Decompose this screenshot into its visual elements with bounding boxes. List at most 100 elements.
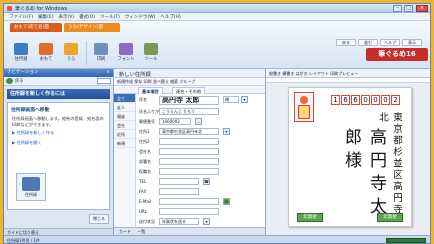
record-tabs: 基本項目 連名・その他 xyxy=(114,86,265,94)
url-row: URL xyxy=(139,208,263,216)
new-address-book-link[interactable]: ▶ 住所録を新しく作る xyxy=(8,128,109,138)
back-arrow-icon[interactable] xyxy=(6,78,13,84)
menu-tools[interactable]: ツール(T) xyxy=(100,14,120,20)
minimize-button[interactable]: – xyxy=(393,5,402,12)
group-item[interactable]: 近所 xyxy=(114,130,135,139)
help-mini-tab[interactable]: ヘルプ xyxy=(380,39,400,46)
nenga-stamp-right: 年賀状 xyxy=(377,213,403,222)
zip-digit: 1 xyxy=(331,95,340,105)
group-item[interactable]: 新規 xyxy=(114,139,135,148)
mail-icon[interactable]: ✉ xyxy=(223,198,230,205)
list-view-tab[interactable]: 一覧 xyxy=(137,229,145,234)
send-status-dropdown-icon[interactable]: ▾ xyxy=(203,218,210,225)
maximize-button[interactable]: □ xyxy=(404,5,413,12)
tel-row: TEL ☎ xyxy=(139,178,263,186)
nav-search-box[interactable] xyxy=(97,78,111,84)
address2-row: 住所2 xyxy=(139,138,263,146)
name-label: 氏名 xyxy=(139,97,147,102)
address-book-toolbar[interactable]: 新規作成 保存 印刷 並べ替え 検索 グループ xyxy=(114,78,265,86)
menu-edit[interactable]: 編集(E) xyxy=(38,14,53,20)
preview-toolbar[interactable]: 縦書き 横書き はがき レイアウト 印刷プレビュー xyxy=(266,69,430,78)
menu-file[interactable]: ファイル(F) xyxy=(9,14,33,20)
zip-digit: 0 xyxy=(371,95,380,105)
preview-pane: 縦書き 横書き はがき レイアウト 印刷プレビュー 1660002 東京都杉並区… xyxy=(266,69,430,235)
group-item[interactable]: 全て xyxy=(114,94,135,103)
title-field[interactable] xyxy=(159,168,219,175)
menu-window[interactable]: ウィンドウ(W) xyxy=(125,14,155,20)
close-icon[interactable]: × xyxy=(106,69,110,77)
address-book-icon xyxy=(14,43,28,55)
tab-ura[interactable]: うら(デザイン)面 xyxy=(64,23,120,32)
send-status-row: 送付状況 年賀状を送る ▾ xyxy=(139,218,263,226)
tel-field[interactable] xyxy=(159,178,199,185)
postcard-preview[interactable]: 1660002 東京都杉並区高円寺北 高円寺太郎様 年賀状 年賀状 xyxy=(288,87,412,227)
group-item[interactable]: 親戚 xyxy=(114,112,135,121)
honorific-select[interactable]: 様 xyxy=(223,96,239,103)
close-button[interactable]: × xyxy=(416,5,428,12)
omote-button[interactable]: おもて xyxy=(35,43,57,65)
menu-format[interactable]: 書式(O) xyxy=(79,14,95,20)
view-mini-tab[interactable]: 表示 xyxy=(402,39,422,46)
address-field[interactable]: 東京都杉並区高円寺北 xyxy=(159,128,219,135)
group-item[interactable]: 会社 xyxy=(114,121,135,130)
zoom-slider[interactable] xyxy=(386,238,426,243)
open-address-book-link[interactable]: ▶ 住所録を開く xyxy=(8,138,109,148)
tab-omote[interactable]: おもて(宛て名)面 xyxy=(10,23,62,32)
tools-button[interactable]: ツール xyxy=(140,43,162,65)
nenga-stamp-left: 年賀状 xyxy=(297,213,323,222)
url-field[interactable] xyxy=(159,208,219,215)
guide-box: 住所録画面へ移動 住所録画面へ移動します。宛先の登録、宛名面の印刷などができます… xyxy=(7,102,110,210)
phone-icon[interactable]: ☎ xyxy=(203,178,210,185)
back-mini-tab[interactable]: 戻る xyxy=(336,39,356,46)
address-select-icon[interactable]: ▾ xyxy=(223,128,230,135)
send-status-label: 送付状況 xyxy=(139,219,155,224)
dept-row: 部署名 xyxy=(139,158,263,166)
forward-mini-tab[interactable]: 進む xyxy=(358,39,378,46)
tel-label: TEL xyxy=(139,179,147,184)
menu-bar: ファイル(F) 編集(E) 表示(V) 書式(O) ツール(T) ウィンドウ(W… xyxy=(4,13,430,21)
tab-basic[interactable]: 基本項目 xyxy=(138,87,163,94)
zip-field[interactable]: 1660002 xyxy=(159,118,191,125)
dropdown-icon[interactable]: ▾ xyxy=(241,96,248,103)
fax-field[interactable] xyxy=(159,188,199,195)
back-label[interactable]: 戻る xyxy=(15,78,24,84)
panel-close-button[interactable]: 閉じる xyxy=(89,214,109,224)
address-book-footer: カード 一覧 xyxy=(114,227,265,235)
shortcut-label: 住所録 xyxy=(25,192,37,197)
address-book-header: 新しい住所録 xyxy=(114,69,265,78)
fax-row: FAX xyxy=(139,188,263,196)
print-label: 印刷 xyxy=(96,57,106,62)
card-view-tab[interactable]: カード xyxy=(119,229,131,234)
font-label: フォント xyxy=(117,57,135,62)
company-row: 会社名 xyxy=(139,148,263,156)
email-field[interactable] xyxy=(159,198,219,205)
url-label: URL xyxy=(139,209,147,214)
nav-panel-header: ナビゲーション × xyxy=(4,69,113,77)
dept-field[interactable] xyxy=(159,158,219,165)
menu-view[interactable]: 表示(V) xyxy=(58,14,74,20)
send-status-field[interactable]: 年賀状を送る xyxy=(159,218,199,225)
nav-strip: 戻る xyxy=(4,77,113,86)
address-lookup-icon[interactable]: … xyxy=(195,118,202,125)
email-label: E-Mail xyxy=(139,199,152,204)
ribbon: おもて(宛て名)面 うら(デザイン)面 住所録 おもて うら 印刷 フォント ツ… xyxy=(4,21,430,69)
guide-text: 住所録画面へ移動します。宛先の登録、宛名面の印刷などができます。 xyxy=(12,116,104,127)
ura-button[interactable]: うら xyxy=(60,43,82,65)
print-button[interactable]: 印刷 xyxy=(90,43,112,65)
address-book-button[interactable]: 住所録 xyxy=(10,43,32,65)
address-label: 住所1 xyxy=(139,129,150,134)
address2-field[interactable] xyxy=(159,138,219,145)
address-book-shortcut[interactable]: 住所録 xyxy=(16,173,46,201)
group-item[interactable]: 友人 xyxy=(114,103,135,112)
tools-label: ツール xyxy=(144,57,158,62)
furigana-field[interactable]: こうえんじ たろう xyxy=(159,108,219,115)
nav-status[interactable]: ガイドに切り替え xyxy=(4,228,113,235)
name-field[interactable]: 高円寺 太郎 xyxy=(159,96,219,105)
company-field[interactable] xyxy=(159,148,219,155)
window-title: 筆ぐるめ for Windows xyxy=(15,6,68,12)
tab-joint-names[interactable]: 連名・その他 xyxy=(172,87,206,94)
navigation-panel: ナビゲーション × 戻る 住所録を新しく作るには 住所録画面へ移動 住所録画面へ… xyxy=(4,69,114,235)
menu-help[interactable]: ヘルプ(H) xyxy=(160,14,180,20)
dept-label: 部署名 xyxy=(139,159,151,164)
font-button[interactable]: フォント xyxy=(115,43,137,65)
